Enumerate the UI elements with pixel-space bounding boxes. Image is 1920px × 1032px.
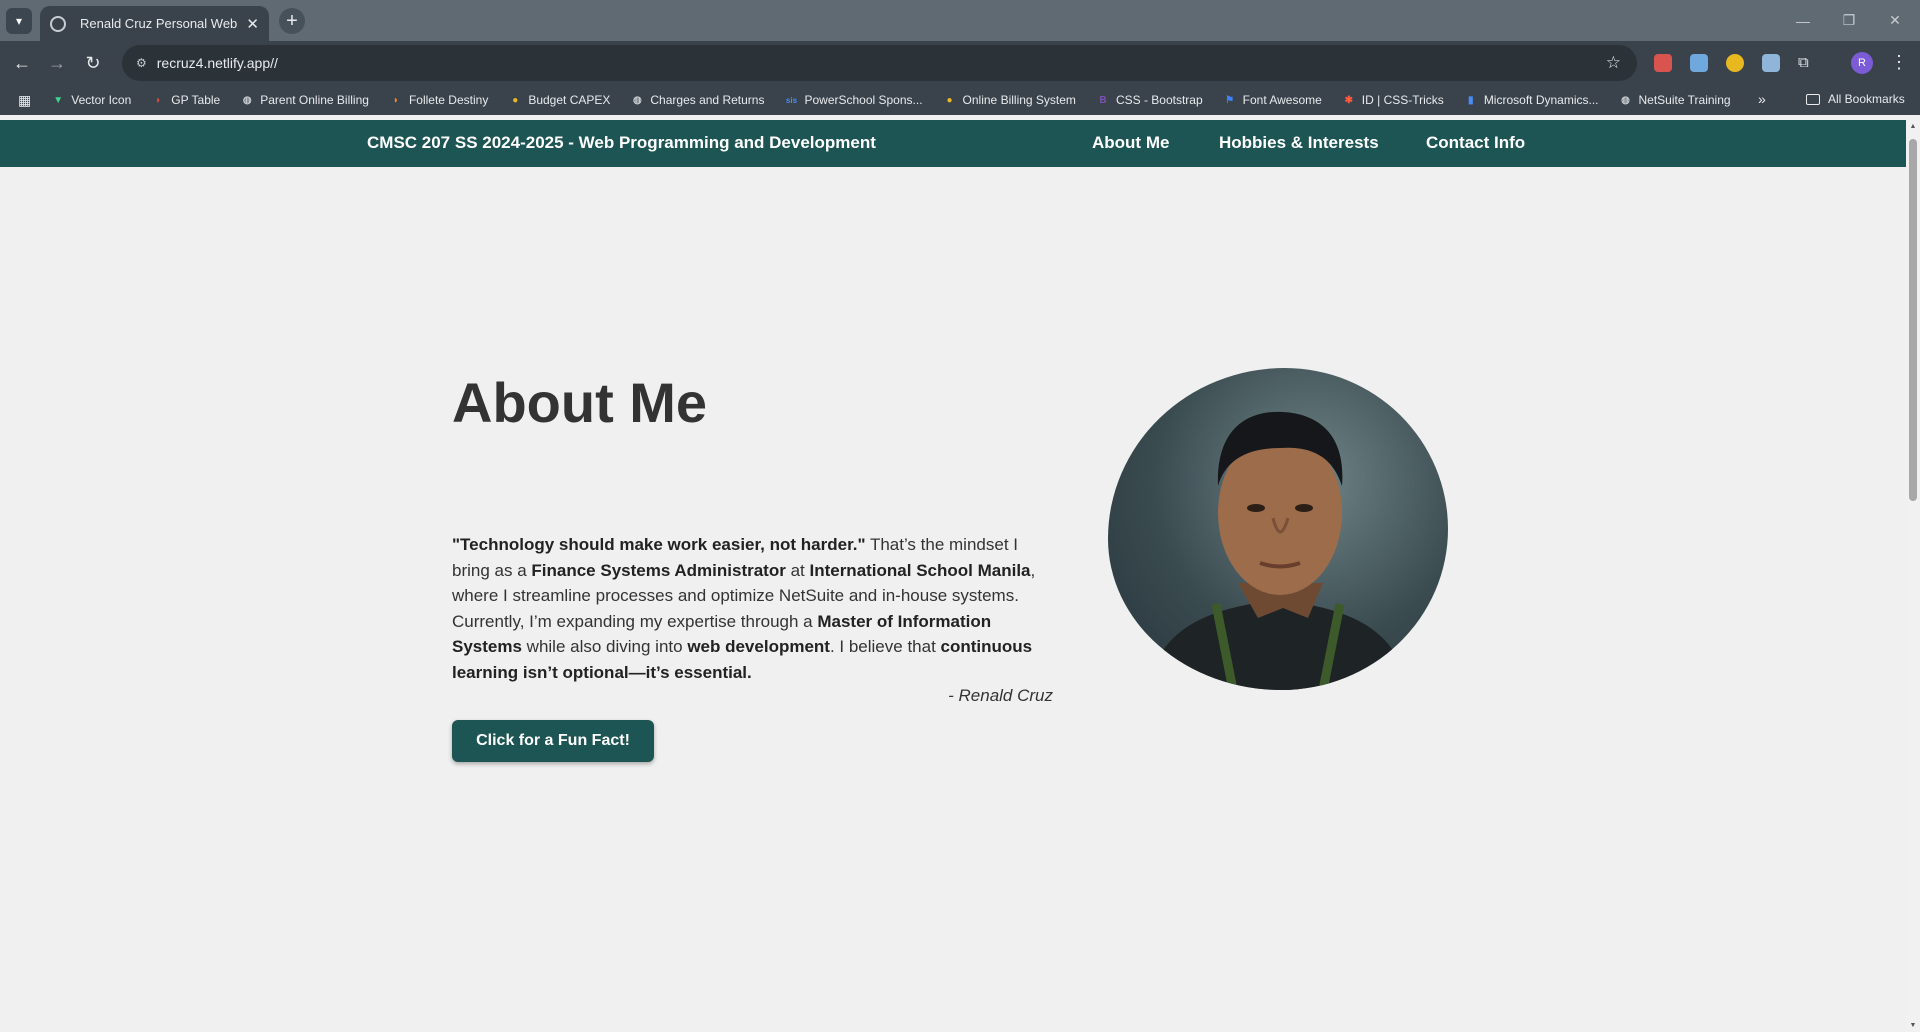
profile-avatar[interactable]: R	[1851, 52, 1873, 74]
bookmark-label: NetSuite Training	[1638, 93, 1731, 107]
minimize-icon[interactable]: —	[1780, 0, 1826, 41]
scroll-up-icon[interactable]: ▲	[1909, 123, 1917, 130]
nav-link-contact[interactable]: Contact Info	[1426, 133, 1525, 153]
bookmark-item[interactable]: ▼ Vector Icon	[51, 93, 131, 107]
nav-link-about-me[interactable]: About Me	[1092, 133, 1169, 153]
nav-link-hobbies[interactable]: Hobbies & Interests	[1219, 133, 1379, 153]
active-tab[interactable]: Renald Cruz Personal Web Profile ✕	[40, 6, 269, 41]
vector-icon: ▼	[53, 94, 64, 106]
extension-1-icon[interactable]	[1654, 54, 1672, 72]
address-bar[interactable]: ⚙ recruz4.netlify.app// ☆	[122, 45, 1637, 81]
text-span: . I believe that	[829, 637, 941, 656]
bookmark-label: GP Table	[171, 93, 221, 107]
coin-icon: ●	[946, 94, 953, 106]
bookmark-label: Parent Online Billing	[260, 93, 369, 107]
quote-text: "Technology should make work easier, not…	[452, 535, 866, 554]
tab-strip: ▾ Renald Cruz Personal Web Profile ✕ + —…	[0, 0, 1920, 41]
employer-text: International School Manila	[809, 560, 1031, 580]
role-text: Finance Systems Administrator	[531, 560, 786, 580]
gp-table-icon: ◗	[155, 94, 162, 106]
bookmark-label: Microsoft Dynamics...	[1483, 93, 1599, 107]
forward-icon[interactable]: →	[44, 50, 70, 76]
interest-text: web development	[687, 637, 830, 656]
globe-icon: ◍	[633, 94, 642, 106]
bootstrap-icon: B	[1099, 94, 1107, 106]
browser-menu-icon[interactable]: ⋮	[1890, 52, 1908, 73]
tab-search-icon[interactable]: ▾	[6, 8, 32, 34]
portrait-illustration	[1148, 411, 1408, 690]
restore-icon[interactable]: ❐	[1826, 0, 1872, 41]
globe-icon: ◍	[1621, 94, 1630, 106]
chart-icon: ▮	[1468, 94, 1474, 106]
asterisk-icon: ✱	[1344, 94, 1353, 106]
bookmark-item[interactable]: ▮ Microsoft Dynamics...	[1464, 93, 1599, 107]
bookmark-star-icon[interactable]: ☆	[1606, 53, 1621, 73]
more-bookmarks-icon[interactable]: »	[1758, 91, 1766, 107]
folder-icon	[1806, 93, 1820, 105]
bookmark-item[interactable]: ⚑ Font Awesome	[1223, 93, 1322, 107]
page-heading: About Me	[452, 371, 708, 434]
extension-3-icon[interactable]	[1726, 54, 1744, 72]
bookmark-item[interactable]: B CSS - Bootstrap	[1096, 93, 1203, 107]
text-span: while also diving into	[521, 637, 688, 656]
scroll-down-icon[interactable]: ▼	[1909, 1022, 1917, 1029]
globe-icon: ◍	[242, 94, 252, 106]
bookmark-label: ID | CSS-Tricks	[1361, 93, 1444, 107]
reload-icon[interactable]: ↻	[80, 50, 106, 76]
coin-icon: ●	[512, 94, 519, 106]
bookmark-item[interactable]: ◗ GP Table	[151, 93, 220, 107]
about-paragraph: "Technology should make work easier, not…	[452, 532, 1057, 685]
bookmark-label: Online Billing System	[962, 93, 1076, 107]
bookmark-item[interactable]: ◗ Follete Destiny	[389, 93, 488, 107]
bookmark-item[interactable]: ● Budget CAPEX	[508, 93, 610, 107]
bookmark-item[interactable]: sis PowerSchool Spons...	[784, 93, 923, 107]
back-icon[interactable]: ←	[9, 50, 35, 76]
flag-icon: ⚑	[1225, 94, 1235, 106]
tab-title: Renald Cruz Personal Web Profile	[80, 16, 238, 31]
browser-toolbar: ← → ↻ ⚙ recruz4.netlify.app// ☆ ⧉ R ⋮	[0, 41, 1920, 85]
page-scrollbar[interactable]: ▲ ▼	[1906, 120, 1920, 1032]
close-tab-icon[interactable]: ✕	[246, 15, 259, 33]
bookmarks-bar: ▦ ▼ Vector Icon ◗ GP Table ◍ Parent Online Bi…	[0, 85, 1920, 115]
bookmark-item[interactable]: ● Online Billing System	[943, 93, 1076, 107]
all-bookmarks-button[interactable]: All Bookmarks	[1806, 92, 1905, 106]
bookmark-label: CSS - Bootstrap	[1115, 93, 1203, 107]
bookmark-label: PowerSchool Spons...	[804, 93, 923, 107]
bookmark-item[interactable]: ◍ Parent Online Billing	[240, 93, 369, 107]
extension-2-icon[interactable]	[1690, 54, 1708, 72]
bookmark-label: Follete Destiny	[408, 93, 489, 107]
bookmark-item[interactable]: ◍ NetSuite Training	[1619, 93, 1731, 107]
profile-photo	[1108, 368, 1448, 690]
tab-favicon-icon	[50, 15, 66, 32]
destiny-icon: ◗	[392, 94, 399, 106]
apps-grid-icon[interactable]: ▦	[18, 92, 31, 109]
bookmark-label: Budget CAPEX	[528, 93, 611, 107]
bookmark-item[interactable]: ◍ Charges and Returns	[630, 93, 764, 107]
bookmark-item[interactable]: ✱ ID | CSS-Tricks	[1342, 93, 1444, 107]
site-title: CMSC 207 SS 2024-2025 - Web Programming …	[367, 133, 876, 152]
window-close-icon[interactable]: ✕	[1872, 0, 1918, 41]
bookmark-label: Font Awesome	[1242, 93, 1322, 107]
text-span: at	[785, 560, 810, 580]
site-navbar: CMSC 207 SS 2024-2025 - Web Programming …	[0, 120, 1906, 167]
site-settings-icon[interactable]: ⚙	[136, 56, 147, 70]
new-tab-icon[interactable]: +	[279, 8, 305, 34]
url-text: recruz4.netlify.app//	[156, 55, 278, 71]
fun-fact-button[interactable]: Click for a Fun Fact!	[452, 720, 654, 762]
sis-icon: sis	[785, 95, 798, 105]
scrollbar-thumb[interactable]	[1909, 139, 1917, 501]
bookmark-label: Charges and Returns	[650, 93, 765, 107]
page-viewport: CMSC 207 SS 2024-2025 - Web Programming …	[0, 120, 1906, 1032]
signature: - Renald Cruz	[948, 686, 1053, 705]
all-bookmarks-label: All Bookmarks	[1828, 92, 1905, 106]
bookmark-label: Vector Icon	[71, 93, 132, 107]
extensions-puzzle-icon[interactable]: ⧉	[1798, 54, 1816, 72]
extension-4-icon[interactable]	[1762, 54, 1780, 72]
